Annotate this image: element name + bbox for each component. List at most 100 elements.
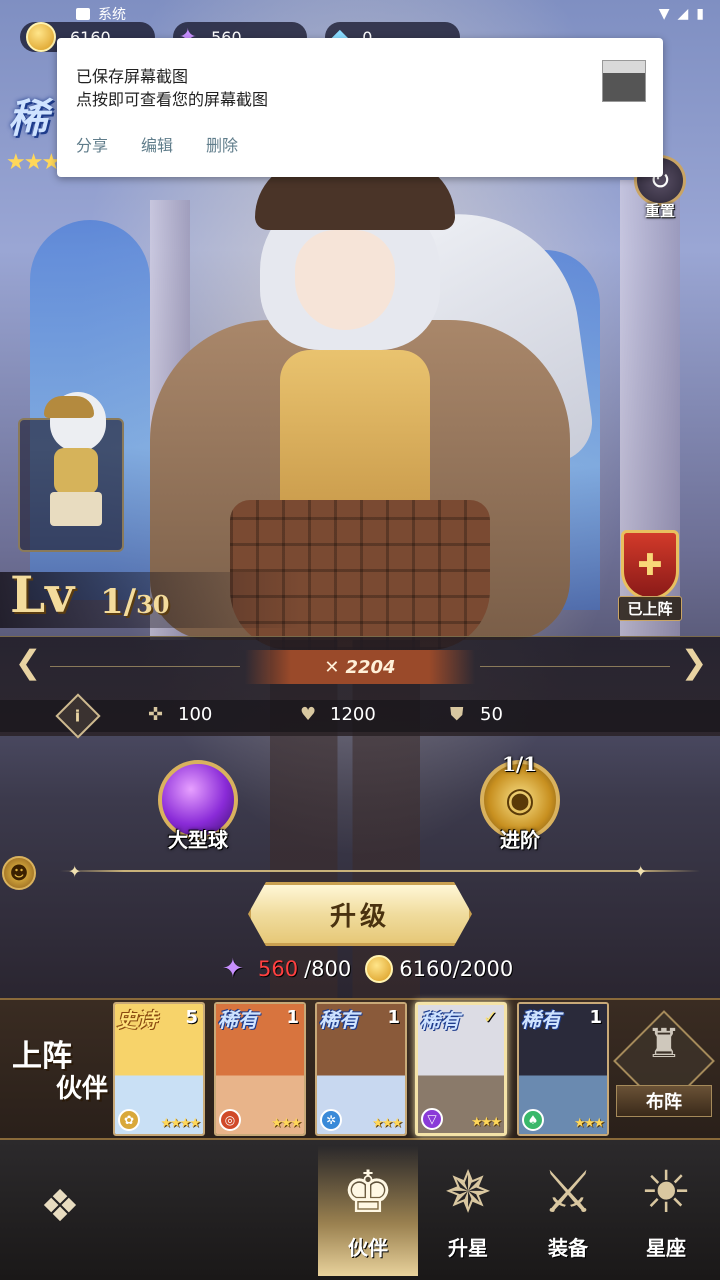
status-bar: 系统 ▼ ◢ ▮: [0, 0, 720, 28]
ornament-divider: [60, 870, 700, 872]
level-current: 1/: [100, 582, 137, 622]
combat-power: ✕ 2204: [245, 650, 475, 684]
card-stars: ★★★: [372, 1116, 403, 1131]
tab-label: 星座: [646, 1236, 686, 1260]
shield-icon: ⛊: [450, 703, 464, 725]
reset-label: 重置: [644, 202, 675, 220]
sword-icon: ⚔: [542, 1158, 594, 1226]
tab-label: 升星: [448, 1236, 488, 1260]
sun-icon: ☀: [640, 1158, 692, 1226]
character-face: [295, 230, 395, 330]
tab-constellation[interactable]: ☀ 星座: [616, 1146, 716, 1276]
element-icon: ♠: [522, 1109, 544, 1131]
hp-value: 1200: [330, 704, 376, 725]
sparkle-icon: ✦: [634, 862, 648, 881]
notification-body: 点按即可查看您的屏幕截图: [76, 90, 269, 109]
statue-icon: ♜: [646, 1021, 682, 1067]
tab-partner[interactable]: ♚ 伙伴: [318, 1146, 418, 1276]
card-stars: ★★★: [471, 1115, 502, 1130]
back-icon[interactable]: ❖: [30, 1176, 90, 1236]
level-label: Lv: [10, 565, 75, 624]
team-card[interactable]: 稀有 1 ◎ ★★★: [214, 1002, 306, 1136]
level-value: 1/30: [100, 582, 169, 622]
divider: [50, 666, 240, 667]
next-hero-arrow-icon[interactable]: ❯: [676, 642, 712, 682]
battery-icon: ▮: [696, 6, 704, 22]
element-icon: ✿: [118, 1109, 140, 1131]
screenshot-thumbnail[interactable]: [602, 60, 646, 102]
element-icon: ✲: [320, 1109, 342, 1131]
team-title-main: 上阵: [12, 1039, 72, 1074]
card-level: 1: [589, 1007, 602, 1028]
chess-king-icon: ♚: [342, 1158, 394, 1226]
hero-stars: ★★★: [6, 150, 61, 175]
gold-coin-icon: [365, 955, 394, 983]
divider: [480, 666, 670, 667]
card-rarity: 稀有: [319, 1008, 359, 1032]
defense-value: 50: [480, 704, 503, 725]
card-stars: ★★★★: [160, 1116, 201, 1131]
card-level: 1: [286, 1007, 299, 1028]
formation-label: 布阵: [616, 1085, 712, 1117]
notification-title: 已保存屏幕截图: [76, 67, 189, 86]
team-title-sub: 伙伴: [56, 1074, 109, 1104]
delete-button[interactable]: 删除: [206, 132, 238, 156]
skill-large-ball[interactable]: 大型球: [158, 760, 238, 853]
card-rarity: 史诗: [117, 1008, 157, 1032]
chibi-figure: [40, 392, 110, 532]
advance-count: 1/1: [502, 752, 538, 776]
signal-icon: ◢: [677, 6, 689, 22]
team-card-selected[interactable]: 稀有 ✓ ▽ ★★★: [415, 1002, 507, 1136]
tab-equipment[interactable]: ⚔ 装备: [518, 1146, 618, 1276]
team-card[interactable]: 稀有 1 ✲ ★★★: [315, 1002, 407, 1136]
upgrade-cost: ✦ 560/800 6160/2000: [222, 952, 522, 986]
card-rarity: 稀有: [218, 1008, 258, 1032]
deployed-label: 已上阵: [618, 596, 682, 621]
share-button[interactable]: 分享: [76, 132, 108, 156]
character-top: [280, 350, 430, 520]
mascot-icon[interactable]: ☻: [2, 856, 36, 890]
card-rarity: 稀有: [521, 1008, 561, 1032]
chibi-pedestal: [50, 492, 102, 526]
chibi-hat: [44, 396, 94, 418]
advance-label: 进阶: [500, 828, 540, 852]
card-rarity: 稀有: [420, 1009, 460, 1033]
tab-label: 伙伴: [348, 1236, 388, 1260]
element-icon: ◎: [219, 1109, 241, 1131]
level-max: 30: [136, 590, 170, 619]
crystal-have: 560: [258, 957, 299, 981]
crystal-need: /800: [304, 957, 352, 981]
upgrade-button[interactable]: 升级: [248, 882, 472, 946]
combat-power-value: 2204: [345, 656, 396, 678]
wifi-icon: ▼: [658, 6, 670, 22]
element-icon: ▽: [421, 1108, 443, 1130]
edit-button[interactable]: 编辑: [141, 132, 173, 156]
crystal-icon: ✦: [222, 954, 244, 984]
hero-rarity: 稀: [8, 96, 48, 142]
heart-icon: ♥: [300, 703, 317, 725]
formation-button[interactable]: ♜ 布阵: [613, 1010, 715, 1123]
check-icon: ✓: [482, 1007, 498, 1028]
star-crest-icon: ✵: [443, 1158, 493, 1226]
prev-hero-arrow-icon[interactable]: ❮: [10, 642, 46, 682]
card-stars: ★★★: [574, 1116, 605, 1131]
team-card[interactable]: 稀有 1 ♠ ★★★: [517, 1002, 609, 1136]
deployed-badge[interactable]: ✚ 已上阵: [604, 530, 696, 628]
crossed-swords-icon: ✕: [324, 656, 340, 678]
card-level: 5: [185, 1007, 198, 1028]
gold-cost: 6160/2000: [399, 957, 514, 981]
team-card[interactable]: 史诗 5 ✿ ★★★★: [113, 1002, 205, 1136]
attack-icon: ✜: [148, 703, 164, 725]
card-level: 1: [387, 1007, 400, 1028]
image-icon: [76, 8, 90, 20]
tab-star-up[interactable]: ✵ 升星: [418, 1146, 518, 1276]
card-stars: ★★★: [271, 1116, 302, 1131]
attack-stat: ✜ 100: [148, 704, 212, 725]
screenshot-notification[interactable]: 已保存屏幕截图 点按即可查看您的屏幕截图 分享 编辑 删除: [57, 38, 663, 177]
sparkle-icon: ✦: [68, 862, 82, 881]
tab-label: 装备: [548, 1236, 588, 1260]
banner-shield-icon: ✚: [621, 530, 679, 600]
status-notification-label: 系统: [98, 7, 126, 23]
team-title: 上阵 伙伴: [12, 1039, 109, 1105]
hp-stat: ♥ 1200: [300, 704, 376, 725]
